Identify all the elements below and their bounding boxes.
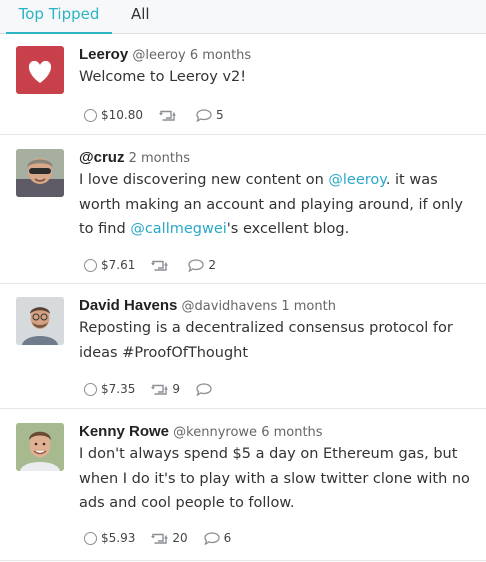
post-item[interactable]: Leeroy @leeroy 6 months Welcome to Leero… <box>0 34 486 135</box>
heart-icon <box>28 60 52 83</box>
repost-icon <box>151 259 169 271</box>
repost-button[interactable] <box>159 109 180 121</box>
repost-icon <box>151 532 169 544</box>
user-photo <box>16 423 64 471</box>
comment-icon <box>196 382 212 396</box>
post-body: I love discovering new content on @leero… <box>79 172 463 237</box>
post-time: 6 months <box>261 425 323 440</box>
user-photo <box>16 149 64 197</box>
tip-button[interactable]: $7.35 <box>84 382 135 396</box>
post-time: 6 months <box>189 48 252 63</box>
post-actions: $10.80 5 <box>84 107 240 123</box>
author-handle[interactable]: @davidhavens <box>182 299 278 314</box>
post-header: @cruz 2 months <box>79 149 474 166</box>
post-actions: $7.35 9 <box>84 381 232 397</box>
repost-button[interactable]: 20 <box>151 531 188 545</box>
comment-button[interactable]: 6 <box>203 531 231 545</box>
repost-button[interactable]: 9 <box>151 382 180 396</box>
mention-link[interactable]: @callmegwei <box>130 221 226 237</box>
tip-button[interactable]: $7.61 <box>84 258 135 272</box>
mention-link[interactable]: @leeroy <box>328 172 385 188</box>
author-name[interactable]: Kenny Rowe <box>79 423 169 440</box>
post-header: David Havens @davidhavens 1 month <box>79 297 474 314</box>
post-header: Kenny Rowe @kennyrowe 6 months <box>79 423 474 440</box>
user-photo <box>16 297 64 345</box>
post-body: Reposting is a decentralized consensus p… <box>79 320 453 361</box>
comment-button[interactable] <box>196 382 216 396</box>
post-header: Leeroy @leeroy 6 months <box>79 46 474 63</box>
post-time: 1 month <box>281 299 336 314</box>
avatar[interactable] <box>16 297 64 345</box>
tip-circle-icon <box>84 258 97 272</box>
author-name[interactable]: Leeroy <box>79 46 128 63</box>
comment-icon <box>188 258 205 272</box>
tab-all[interactable]: All <box>131 0 150 34</box>
repost-button[interactable] <box>151 259 172 271</box>
tab-top-tipped[interactable]: Top Tipped <box>6 0 112 34</box>
comment-icon <box>196 108 212 122</box>
comment-button[interactable]: 2 <box>188 258 216 272</box>
tip-button[interactable]: $10.80 <box>84 108 143 122</box>
author-handle[interactable]: @kennyrowe <box>173 425 257 440</box>
author-name[interactable]: David Havens <box>79 297 177 314</box>
avatar[interactable] <box>16 46 64 94</box>
post-body: Welcome to Leeroy v2! <box>79 69 247 85</box>
comment-button[interactable]: 5 <box>196 108 224 122</box>
tip-circle-icon <box>84 531 97 545</box>
post-actions: $5.93 20 6 <box>84 530 247 546</box>
post-body: I don't always spend $5 a day on Ethereu… <box>79 446 470 511</box>
feed-window: Top Tipped All Leeroy @leeroy 6 months W… <box>0 0 486 562</box>
feed-tabs: Top Tipped All <box>0 0 486 34</box>
avatar[interactable] <box>16 423 64 471</box>
author-handle[interactable]: @leeroy <box>132 48 185 63</box>
post-actions: $7.61 2 <box>84 257 232 273</box>
post-item[interactable]: Kenny Rowe @kennyrowe 6 months I don't a… <box>0 409 486 561</box>
repost-icon <box>159 109 176 121</box>
tip-circle-icon <box>84 382 97 396</box>
tip-button[interactable]: $5.93 <box>84 531 135 545</box>
post-item[interactable]: David Havens @davidhavens 1 month Repost… <box>0 284 486 409</box>
author-name[interactable]: @cruz <box>79 149 124 166</box>
post-item[interactable]: @cruz 2 months I love discovering new co… <box>0 135 486 284</box>
comment-icon <box>203 531 220 545</box>
repost-icon <box>151 383 169 395</box>
avatar[interactable] <box>16 149 64 197</box>
tip-circle-icon <box>84 108 97 122</box>
post-time: 2 months <box>128 151 190 166</box>
